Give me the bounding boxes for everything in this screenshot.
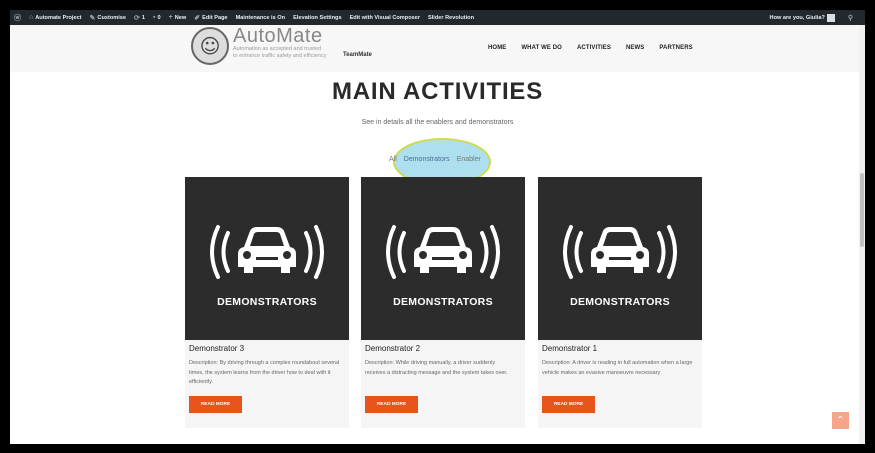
maintenance-label: Maintenance is On [235, 14, 286, 21]
site-name-link[interactable]: ⌂ Automate Project [29, 14, 82, 21]
card-image[interactable]: DEMONSTRATORS [538, 177, 702, 340]
scrollbar-thumb[interactable] [860, 173, 864, 247]
wordpress-menu[interactable]: ⓦ [14, 13, 21, 23]
nav-news[interactable]: NEWS [626, 45, 644, 51]
site-logo[interactable]: ☺ AutoMate Automation as accepted and tr… [191, 25, 372, 65]
chevron-up-icon: ⌃ [836, 415, 845, 426]
nav-partners[interactable]: PARTNERS [659, 45, 692, 51]
read-more-button[interactable]: READ MORE [189, 396, 242, 413]
back-to-top-button[interactable]: ⌃ [832, 412, 849, 429]
maintenance-link[interactable]: Maintenance is On [236, 15, 285, 21]
filter-all[interactable]: All [389, 156, 397, 163]
comments-link[interactable]: ▪ 0 [153, 14, 161, 21]
elevation-settings-link[interactable]: Elevation Settings [293, 15, 342, 21]
admin-bar-right: How are you, Giulia? ⚲ [770, 10, 861, 25]
car-signal-icon [563, 225, 677, 279]
visual-composer-label: Edit with Visual Composer [349, 14, 421, 21]
avatar [826, 13, 835, 22]
activity-card: DEMONSTRATORS Demonstrator 2 Description… [361, 177, 525, 428]
card-image-caption: DEMONSTRATORS [217, 296, 317, 308]
edit-page-link[interactable]: ✐ Edit Page [194, 14, 227, 22]
logo-person-icon: ☺ [191, 27, 229, 65]
read-more-button[interactable]: READ MORE [365, 396, 418, 413]
nav-home[interactable]: HOME [488, 45, 506, 51]
brush-icon: ✎ [89, 14, 96, 22]
card-image-caption: DEMONSTRATORS [393, 296, 493, 308]
user-menu[interactable]: How are you, Giulia? [769, 13, 835, 22]
page-scrollbar[interactable] [859, 25, 865, 444]
read-more-button[interactable]: READ MORE [542, 396, 595, 413]
nav-what-we-do[interactable]: WHAT WE DO [521, 45, 562, 51]
refresh-icon: ⟳ [134, 14, 140, 22]
card-title[interactable]: Demonstrator 1 [542, 344, 597, 353]
home-icon: ⌂ [29, 14, 34, 21]
elevation-label: Elevation Settings [293, 14, 342, 21]
slider-revolution-link[interactable]: Slider Revolution [428, 15, 474, 21]
site-header: ☺ AutoMate Automation as accepted and tr… [10, 25, 865, 72]
site-name-label: Automate Project [35, 14, 82, 21]
card-image[interactable]: DEMONSTRATORS [361, 177, 525, 340]
logo-title: AutoMate [233, 25, 323, 47]
card-image-caption: DEMONSTRATORS [570, 296, 670, 308]
card-description: Description: A driver is reading in full… [542, 360, 693, 376]
greeting-label: How are you, Giulia? [769, 14, 825, 21]
logo-team: TeamMate [343, 52, 372, 58]
updates-count: 1 [141, 14, 146, 21]
car-signal-icon [210, 225, 324, 279]
new-content-link[interactable]: + New [169, 14, 187, 21]
search-icon[interactable]: ⚲ [848, 14, 853, 22]
logo-tagline-2: to enhance traffic safety and efficiency [233, 53, 327, 59]
wp-admin-bar: ⓦ ⌂ Automate Project ✎ Customise ⟳ 1 ▪ 0 + Ne… [10, 10, 865, 25]
card-image[interactable]: DEMONSTRATORS [185, 177, 349, 340]
customise-label: Customise [97, 14, 127, 21]
card-description: Description: By driving through a comple… [189, 360, 340, 385]
customise-link[interactable]: ✎ Customise [90, 14, 126, 22]
card-title[interactable]: Demonstrator 2 [365, 344, 420, 353]
browser-frame: ⓦ ⌂ Automate Project ✎ Customise ⟳ 1 ▪ 0 + Ne… [10, 10, 865, 444]
activity-card: DEMONSTRATORS Demonstrator 3 Description… [185, 177, 349, 428]
filter-demonstrators[interactable]: Demonstrators [404, 156, 450, 163]
filter-enabler[interactable]: Enabler [457, 156, 481, 163]
logo-tagline-1: Automation as accepted and trusted [233, 46, 322, 52]
card-title[interactable]: Demonstrator 3 [189, 344, 244, 353]
comments-count: 0 [157, 14, 161, 21]
nav-activities[interactable]: ACTIVITIES [577, 45, 611, 51]
pencil-icon: ✐ [194, 14, 201, 22]
new-label: New [174, 14, 187, 21]
car-signal-icon [386, 225, 500, 279]
page-title: MAIN ACTIVITIES [331, 78, 544, 105]
card-description: Description: While driving manually, a d… [365, 360, 508, 376]
updates-link[interactable]: ⟳ 1 [134, 14, 145, 22]
plus-icon: + [168, 14, 173, 21]
comment-icon: ▪ [153, 14, 156, 21]
wordpress-icon: ⓦ [14, 14, 21, 22]
filter-bar: All Demonstrators Enabler [389, 156, 481, 163]
activity-card: DEMONSTRATORS Demonstrator 1 Description… [538, 177, 702, 428]
main-nav: HOME WHAT WE DO ACTIVITIES NEWS PARTNERS [488, 45, 693, 51]
edit-page-label: Edit Page [202, 14, 228, 21]
page-subtitle: See in details all the enablers and demo… [361, 119, 514, 126]
slider-label: Slider Revolution [428, 14, 475, 21]
visual-composer-link[interactable]: Edit with Visual Composer [350, 15, 420, 21]
logo-text: AutoMate Automation as accepted and trus… [233, 26, 326, 60]
